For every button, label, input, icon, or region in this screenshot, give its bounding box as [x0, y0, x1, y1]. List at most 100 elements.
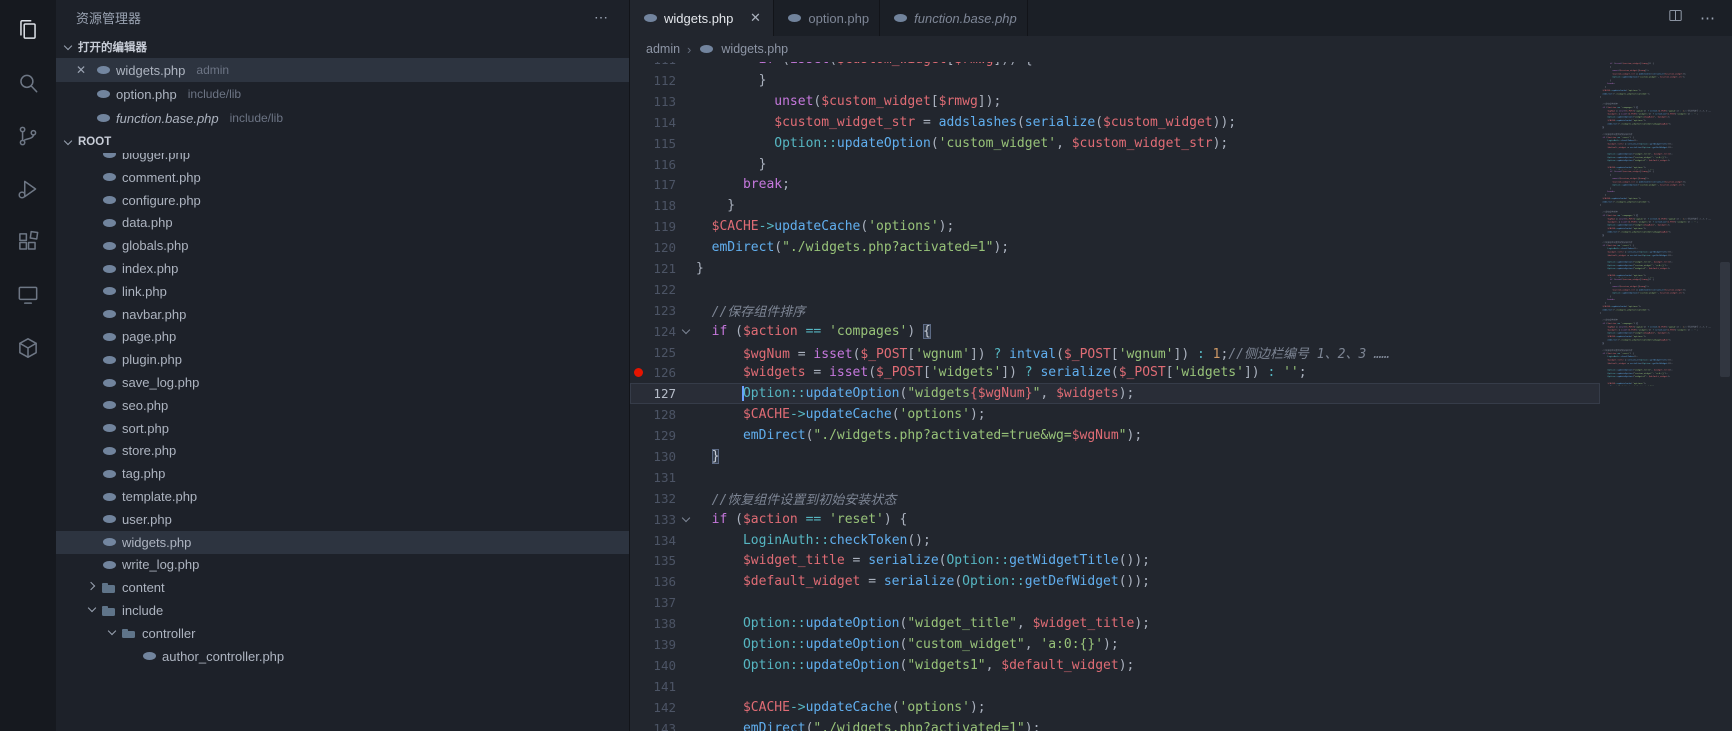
- php-file-icon: [101, 511, 117, 527]
- tree-file-author_controller.php[interactable]: author_controller.php: [56, 645, 629, 668]
- breadcrumb-item-file[interactable]: widgets.php: [721, 42, 788, 56]
- editor-more-icon[interactable]: ⋯: [1700, 9, 1716, 27]
- tab-function.base.php[interactable]: function.base.php: [880, 0, 1028, 36]
- code-editor[interactable]: 111 if (isset($custom_widget[$rmwg])) {1…: [1600, 278, 1718, 386]
- code-line-132[interactable]: 132 //恢复组件设置到初始安装状态: [630, 488, 1600, 509]
- code-line-130[interactable]: 130 }: [630, 446, 1600, 467]
- code-line-133[interactable]: 133 if ($action == 'reset') {: [630, 509, 1600, 530]
- run-debug-icon[interactable]: [8, 169, 48, 209]
- code-line-125[interactable]: 125 $wgNum = isset($_POST['wgnum']) ? in…: [630, 342, 1600, 363]
- minimap[interactable]: 111 if (isset($custom_widget[$rmwg])) {1…: [1600, 62, 1718, 731]
- code-line-119[interactable]: 119 $CACHE->updateCache('options');: [630, 216, 1600, 237]
- code-line-143[interactable]: 143 emDirect("./widgets.php?activated=1"…: [630, 718, 1600, 731]
- code-line-124[interactable]: 124 if ($action == 'compages') {: [630, 321, 1600, 342]
- tree-file-save_log.php[interactable]: save_log.php: [56, 371, 629, 394]
- explorer-files-icon[interactable]: [8, 10, 48, 50]
- tree-file-link.php[interactable]: link.php: [56, 280, 629, 303]
- tree-item-label: blogger.php: [122, 153, 190, 162]
- tree-file-store.php[interactable]: store.php: [56, 440, 629, 463]
- close-editor-icon[interactable]: ✕: [72, 63, 90, 77]
- code-line-114[interactable]: 114 $custom_widget_str = addslashes(seri…: [630, 112, 1600, 133]
- tree-file-index.php[interactable]: index.php: [56, 257, 629, 280]
- package-cube-icon[interactable]: [8, 328, 48, 368]
- close-tab-icon[interactable]: ✕: [747, 10, 763, 26]
- tree-file-user.php[interactable]: user.php: [56, 508, 629, 531]
- tree-file-configure.php[interactable]: configure.php: [56, 189, 629, 212]
- open-editor-item-widgets.php[interactable]: ✕widgets.phpadmin: [56, 58, 629, 82]
- tree-file-template.php[interactable]: template.php: [56, 485, 629, 508]
- code-line-116[interactable]: 116 }: [630, 154, 1600, 175]
- tree-item-label: include: [122, 603, 163, 618]
- tree-file-sort.php[interactable]: sort.php: [56, 417, 629, 440]
- open-editor-item-option.php[interactable]: option.phpinclude/lib: [56, 82, 629, 106]
- code-line-127[interactable]: 127 Option::updateOption("widgets{$wgNum…: [630, 383, 1600, 404]
- code-line-113[interactable]: 113 unset($custom_widget[$rmwg]);: [630, 91, 1600, 112]
- source-control-icon[interactable]: [8, 116, 48, 156]
- code-line-129[interactable]: 129 emDirect("./widgets.php?activated=tr…: [630, 425, 1600, 446]
- code-line-134[interactable]: 134 LoginAuth::checkToken();: [630, 530, 1600, 551]
- php-file-icon: [101, 306, 117, 322]
- code-line-111[interactable]: 111 if (isset($custom_widget[$rmwg])) {: [630, 62, 1600, 70]
- open-editors-header[interactable]: 打开的编辑器: [56, 35, 629, 58]
- chevron-right-icon: [84, 578, 100, 594]
- tree-folder-content[interactable]: content: [56, 576, 629, 599]
- editor-scrollbar[interactable]: [1718, 62, 1732, 731]
- search-icon[interactable]: [8, 63, 48, 103]
- tree-file-globals.php[interactable]: globals.php: [56, 234, 629, 257]
- code-line-118[interactable]: 118 }: [630, 195, 1600, 216]
- tree-file-tag.php[interactable]: tag.php: [56, 462, 629, 485]
- php-file-icon: [101, 329, 117, 345]
- code-line-136[interactable]: 136 $default_widget = serialize(Option::…: [630, 571, 1600, 592]
- code-line-122[interactable]: 122: [630, 279, 1600, 300]
- code-line-135[interactable]: 135 $widget_title = serialize(Option::ge…: [630, 550, 1600, 571]
- code-line-121[interactable]: 121}: [630, 258, 1600, 279]
- tree-file-write_log.php[interactable]: write_log.php: [56, 554, 629, 577]
- tree-item-label: write_log.php: [122, 557, 199, 572]
- code-line-126[interactable]: 126 $widgets = isset($_POST['widgets']) …: [630, 362, 1600, 383]
- tree-folder-controller[interactable]: controller: [56, 622, 629, 645]
- code-line-120[interactable]: 120 emDirect("./widgets.php?activated=1"…: [630, 237, 1600, 258]
- tree-folder-include[interactable]: include: [56, 599, 629, 622]
- code-line-139[interactable]: 139 Option::updateOption("custom_widget"…: [630, 634, 1600, 655]
- php-file-icon: [95, 86, 111, 102]
- php-file-icon: [101, 192, 117, 208]
- code-line-123[interactable]: 123 //保存组件排序: [630, 300, 1600, 321]
- code-line-115[interactable]: 115 Option::updateOption('custom_widget'…: [630, 133, 1600, 154]
- code-line-140[interactable]: 140 Option::updateOption("widgets1", $de…: [630, 655, 1600, 676]
- tree-file-widgets.php[interactable]: widgets.php: [56, 531, 629, 554]
- code-editor[interactable]: 111 if (isset($custom_widget[$rmwg])) {1…: [630, 62, 1600, 731]
- tree-file-blogger.php[interactable]: blogger.php: [56, 153, 629, 166]
- code-line-141[interactable]: 141: [630, 676, 1600, 697]
- tree-file-plugin.php[interactable]: plugin.php: [56, 348, 629, 371]
- tree-file-navbar.php[interactable]: navbar.php: [56, 303, 629, 326]
- line-number: 125: [646, 345, 676, 360]
- php-file-icon: [698, 41, 714, 57]
- tree-file-seo.php[interactable]: seo.php: [56, 394, 629, 417]
- code-line-112[interactable]: 112 }: [630, 70, 1600, 91]
- breadcrumb-item-folder[interactable]: admin: [646, 42, 680, 56]
- root-folder-header[interactable]: ROOT: [56, 130, 629, 153]
- code-editor[interactable]: 111 if (isset($custom_widget[$rmwg])) {1…: [1600, 170, 1718, 278]
- breakpoint-icon[interactable]: [634, 368, 643, 377]
- code-line-128[interactable]: 128 $CACHE->updateCache('options');: [630, 404, 1600, 425]
- php-file-icon: [786, 10, 802, 26]
- tab-widgets.php[interactable]: widgets.php✕: [630, 0, 774, 36]
- code-line-117[interactable]: 117 break;: [630, 174, 1600, 195]
- code-line-138[interactable]: 138 Option::updateOption("widget_title",…: [630, 613, 1600, 634]
- code-line-131[interactable]: 131: [630, 467, 1600, 488]
- tree-file-comment.php[interactable]: comment.php: [56, 166, 629, 189]
- extensions-icon[interactable]: [8, 222, 48, 262]
- tree-file-page.php[interactable]: page.php: [56, 326, 629, 349]
- scrollbar-slider[interactable]: [1720, 262, 1730, 377]
- sidebar-more-icon[interactable]: ⋯: [594, 9, 609, 26]
- remote-explorer-icon[interactable]: [8, 275, 48, 315]
- split-editor-icon[interactable]: [1667, 7, 1684, 29]
- activity-bar: [0, 0, 56, 731]
- code-editor[interactable]: 111 if (isset($custom_widget[$rmwg])) {1…: [1600, 62, 1718, 170]
- tab-option.php[interactable]: option.php: [774, 0, 880, 36]
- tree-file-data.php[interactable]: data.php: [56, 212, 629, 235]
- code-line-142[interactable]: 142 $CACHE->updateCache('options');: [630, 697, 1600, 718]
- open-editor-item-function.base.php[interactable]: function.base.phpinclude/lib: [56, 106, 629, 130]
- code-line-137[interactable]: 137: [630, 592, 1600, 613]
- line-number: 126: [646, 365, 676, 380]
